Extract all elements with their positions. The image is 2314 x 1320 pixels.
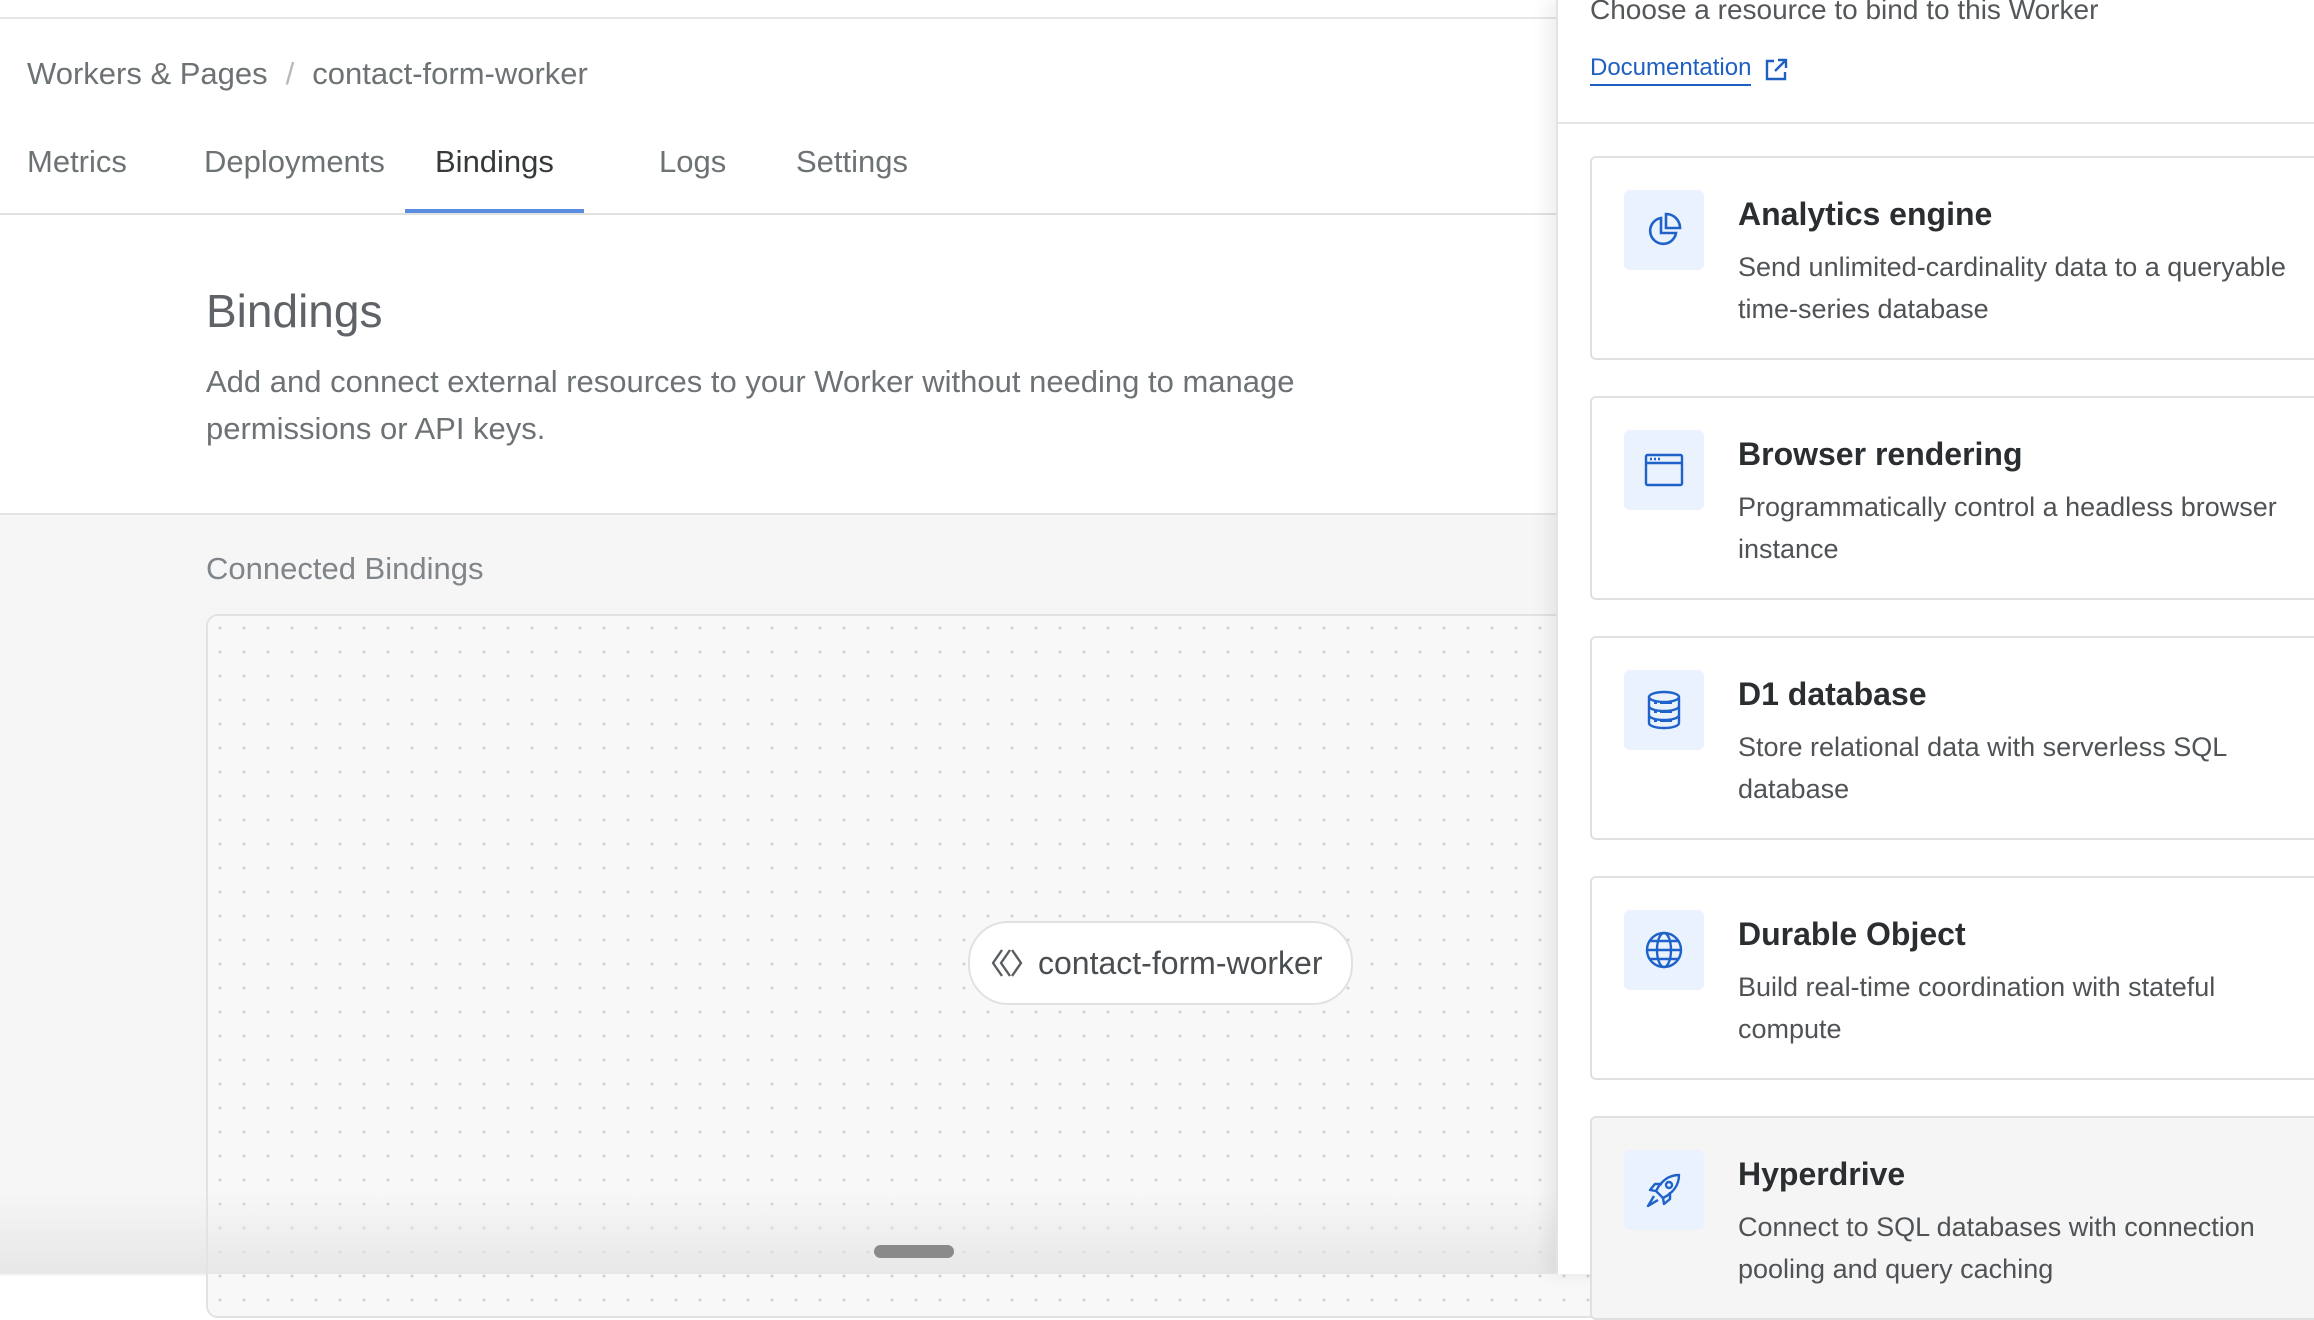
resource-title: Hyperdrive [1738,1156,1906,1192]
resource-icon-bg [1624,190,1704,270]
tab-deployments[interactable]: Deployments [204,144,385,213]
resource-title: Analytics engine [1738,196,1993,232]
resource-description: Programmatically control a headless brow… [1738,492,2277,564]
main-area: Workers & Pages / contact-form-worker Me… [0,0,1610,1318]
documentation-link[interactable]: Documentation [1590,54,1789,86]
tab-bindings[interactable]: Bindings [405,144,584,213]
documentation-link-label: Documentation [1590,54,1752,86]
breadcrumb: Workers & Pages / contact-form-worker [27,56,588,92]
resource-icon-bg [1624,670,1704,750]
external-link-icon [1766,58,1788,81]
resource-title: D1 database [1738,676,1927,712]
breadcrumb-current: contact-form-worker [312,56,588,91]
globe-icon [1645,931,1683,969]
resource-icon-bg [1624,910,1704,990]
resource-description: Connect to SQL databases with connection… [1738,1212,2255,1284]
tab-logs[interactable]: Logs [659,144,726,213]
resource-card-browser-rendering[interactable]: Browser rendering Programmatically contr… [1590,396,2314,600]
tab-settings[interactable]: Settings [796,144,908,213]
panel-subtitle: Choose a resource to bind to this Worker [1590,0,2099,25]
pie-chart-icon [1648,212,1682,246]
tab-metrics[interactable]: Metrics [27,144,127,213]
add-binding-panel: Choose a resource to bind to this Worker… [1556,0,2314,1320]
worker-node-label: contact-form-worker [1038,944,1323,981]
resource-title: Durable Object [1738,916,1966,952]
resource-card-hyperdrive[interactable]: Hyperdrive Connect to SQL databases with… [1590,1116,2314,1320]
resource-description: Send unlimited-cardinality data to a que… [1738,252,2286,324]
resource-description: Build real-time coordination with statef… [1738,972,2216,1044]
resource-title: Browser rendering [1738,436,2023,472]
worker-code-icon [991,949,1023,977]
resource-card-analytics-engine[interactable]: Analytics engine Send unlimited-cardinal… [1590,156,2314,360]
panel-divider [1558,122,2314,124]
worker-node[interactable]: contact-form-worker [968,921,1353,1005]
connected-bindings-section: Connected Bindings [0,513,1610,1318]
tab-bar: Metrics Deployments Bindings Logs Settin… [0,140,1556,215]
bottom-fade [0,1190,1556,1274]
resource-card-durable-object[interactable]: Durable Object Build real-time coordinat… [1590,876,2314,1080]
resource-card-d1-database[interactable]: D1 database Store relational data with s… [1590,636,2314,840]
database-icon [1647,690,1681,730]
top-divider [0,17,1556,19]
connected-bindings-title: Connected Bindings [206,551,484,586]
breadcrumb-parent-link[interactable]: Workers & Pages [27,56,268,92]
breadcrumb-separator: / [285,56,295,91]
resource-icon-bg [1624,1150,1704,1230]
drag-handle[interactable] [874,1245,954,1258]
resource-description: Store relational data with serverless SQ… [1738,732,2227,804]
page-title: Bindings [206,285,383,337]
resource-icon-bg [1624,430,1704,510]
rocket-icon [1646,1173,1681,1208]
page-description: Add and connect external resources to yo… [206,364,1295,446]
browser-window-icon [1644,453,1684,487]
